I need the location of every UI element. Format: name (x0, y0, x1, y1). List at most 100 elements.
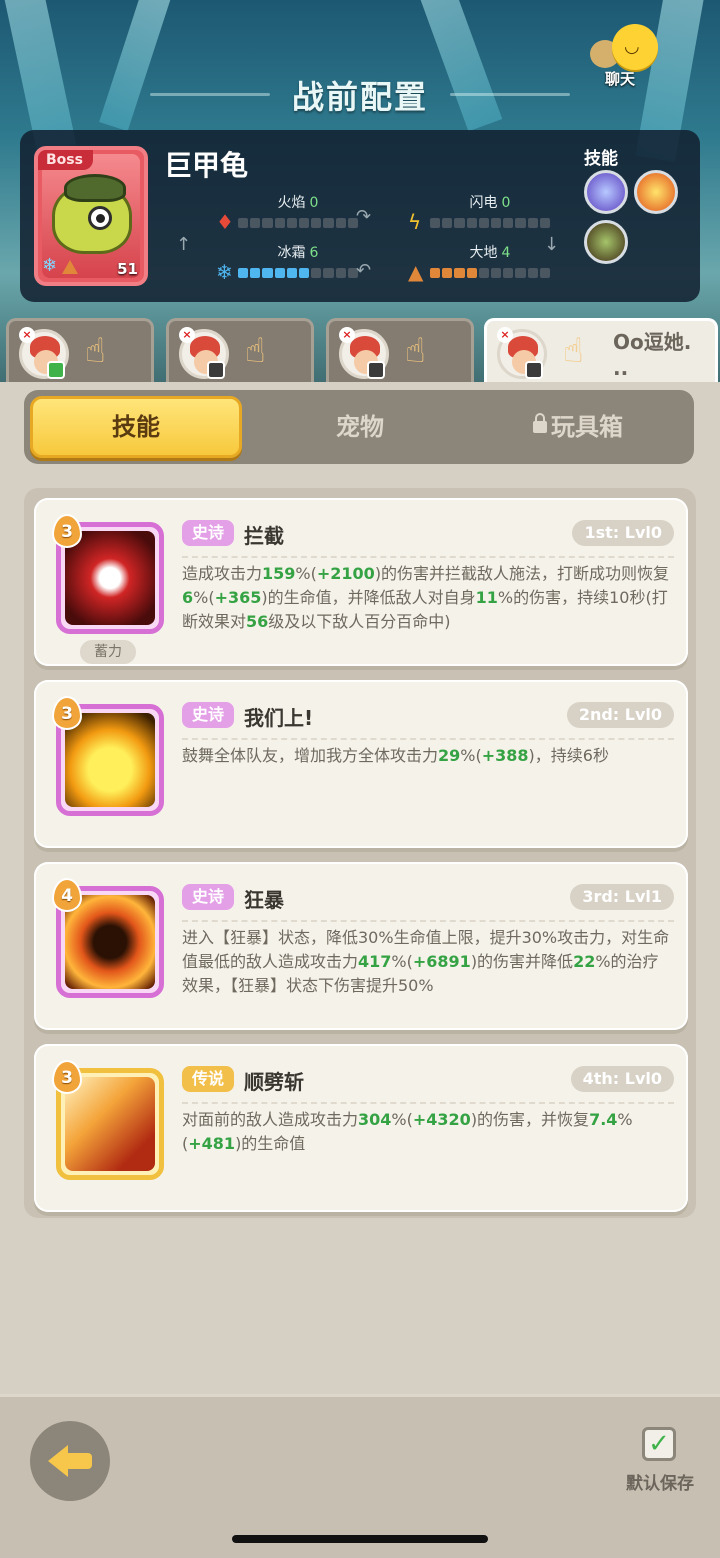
fire-icon: ♦ (216, 210, 234, 234)
highlight-value: +4320 (412, 1110, 471, 1129)
hero-tab-4[interactable]: × ☝ Oo逗她. .. (484, 318, 718, 384)
stat-bar-segment (430, 218, 441, 228)
desc-text: %( (391, 952, 413, 971)
close-icon: × (497, 327, 513, 343)
divider (182, 556, 674, 558)
energy-cost-badge: 3 (52, 1060, 82, 1094)
turtle-eye (88, 206, 112, 230)
stat-bar-segment (442, 268, 453, 278)
tap-hand-icon: ☝ (405, 331, 426, 371)
tab-toybox[interactable]: 玩具箱 (472, 396, 684, 458)
boss-name: 巨甲龟 (164, 149, 249, 182)
stat-bar-segment (515, 218, 526, 228)
stat-bar-segment (311, 218, 322, 228)
highlight-value: +2100 (316, 564, 375, 583)
stat-name: 火焰 (277, 195, 306, 211)
stat-bar-segment (478, 218, 490, 228)
skill-card[interactable]: 4 史诗 狂暴 3rd: Lvl1 进入【狂暴】状态，降低30%生命值上限，提升… (34, 862, 688, 1030)
boss-skills-label: 技能 (584, 149, 618, 169)
stat-bar-segment (515, 268, 526, 278)
highlight-value: +365 (214, 588, 262, 607)
rarity-badge: 传说 (182, 1066, 235, 1092)
desc-text: 造成攻击力 (182, 564, 263, 583)
cycle-arrow-icon: ↓ (544, 234, 560, 255)
stat-earth: 大地 4 ▲ (408, 242, 551, 284)
stat-bar (238, 218, 359, 228)
skill-description: 造成攻击力159%(+2100)的伤害并拦截敌人施法，打断成功则恢复6%(+36… (182, 562, 674, 634)
default-save-toggle[interactable]: ✓ 默认保存 (618, 1427, 702, 1495)
stat-bar-segment (430, 268, 441, 278)
smile-icon: ◡ (624, 36, 640, 57)
stat-bar (430, 218, 551, 228)
skill-card[interactable]: 3 史诗 我们上! 2nd: Lvl0 鼓舞全体队友，增加我方全体攻击力29%(… (34, 680, 688, 848)
status-badge (367, 361, 385, 379)
segment-control: 技能 宠物 玩具箱 (24, 390, 694, 464)
shell-skill-icon[interactable] (584, 220, 628, 264)
cycle-arrow-icon: ↷ (356, 206, 372, 227)
cleave-icon (65, 1077, 155, 1171)
highlight-value: 22 (573, 952, 596, 971)
tab-skills[interactable]: 技能 (30, 396, 242, 458)
highlight-value: 159 (262, 564, 296, 583)
stat-value: 0 (501, 195, 511, 211)
stat-bar-segment (250, 218, 261, 228)
stat-frost: 冰霜 6 ❄ (216, 242, 359, 284)
hero-tab-1[interactable]: × ☝ (6, 318, 154, 384)
highlight-value: 417 (358, 952, 392, 971)
vortex-skill-icon[interactable] (584, 170, 628, 214)
divider (182, 738, 674, 740)
tab-pets[interactable]: 宠物 (254, 396, 466, 458)
boss-portrait[interactable]: Boss ❄ 51 (34, 146, 148, 286)
back-arrow-icon (48, 1445, 68, 1477)
skill-list: 3 蓄力 史诗 拦截 1st: Lvl0 造成攻击力159%(+2100)的伤害… (24, 488, 696, 1218)
highlight-value: +481 (188, 1134, 236, 1153)
tap-hand-icon: ☝ (563, 331, 584, 371)
stat-bar-segment (311, 268, 322, 278)
highlight-value: 6 (182, 588, 194, 607)
desc-text: )的伤害，并恢复 (470, 1110, 590, 1129)
stat-bar-segment (454, 268, 465, 278)
slot-level-badge: 1st: Lvl0 (572, 520, 674, 546)
skill-card[interactable]: 3 蓄力 史诗 拦截 1st: Lvl0 造成攻击力159%(+2100)的伤害… (34, 498, 688, 666)
checkbox-checked-icon[interactable]: ✓ (642, 1427, 676, 1461)
earth-icon (62, 260, 78, 274)
stat-bar-segment (238, 268, 249, 278)
stat-bar-segment (250, 268, 261, 278)
skill-card[interactable]: 3 传说 顺劈斩 4th: Lvl0 对面前的敌人造成攻击力304%(+4320… (34, 1044, 688, 1212)
desc-text: %( (391, 1110, 413, 1129)
status-badge (47, 361, 65, 379)
close-icon: × (339, 327, 355, 343)
slot-level-badge: 2nd: Lvl0 (566, 702, 674, 728)
desc-text: )的伤害并拦截敌人施法，打断成功则恢复 (374, 564, 670, 583)
stat-bar-segment (299, 268, 310, 278)
energy-cost-badge: 3 (52, 696, 82, 730)
energy-cost-badge: 4 (52, 878, 82, 912)
berserk-icon (65, 895, 155, 989)
skill-name: 拦截 (244, 524, 284, 548)
stat-bar-segment (539, 268, 551, 278)
chat-button[interactable]: ◡ 聊天 (590, 24, 662, 90)
cycle-arrow-icon: ↶ (356, 260, 372, 281)
flame-skill-icon[interactable] (634, 170, 678, 214)
snowflake-icon: ❄ (216, 260, 233, 284)
hero-tabs: × ☝ × ☝ × ☝ × ☝ Oo逗她. .. (0, 318, 720, 384)
desc-text: 对面前的敌人造成攻击力 (182, 1110, 359, 1129)
stat-label: 大地 4 (430, 242, 550, 262)
hero-tab-3[interactable]: × ☝ (326, 318, 474, 384)
stat-label: 冰霜 6 (238, 242, 358, 262)
highlight-value: 11 (475, 588, 498, 607)
home-indicator (232, 1535, 488, 1543)
stat-value: 6 (309, 245, 319, 261)
skill-name: 狂暴 (244, 888, 284, 912)
back-button[interactable] (30, 1421, 110, 1501)
rarity-badge: 史诗 (182, 520, 235, 546)
desc-text: )的伤害并降低 (470, 952, 574, 971)
stat-value: 4 (501, 245, 511, 261)
stat-bar-segment (478, 268, 490, 278)
stat-bar-segment (335, 218, 346, 228)
stat-label: 火焰 0 (238, 192, 358, 212)
highlight-value: +6891 (412, 952, 471, 971)
snowflake-icon: ❄ (42, 255, 58, 276)
stat-bar-segment (503, 268, 514, 278)
hero-tab-2[interactable]: × ☝ (166, 318, 314, 384)
